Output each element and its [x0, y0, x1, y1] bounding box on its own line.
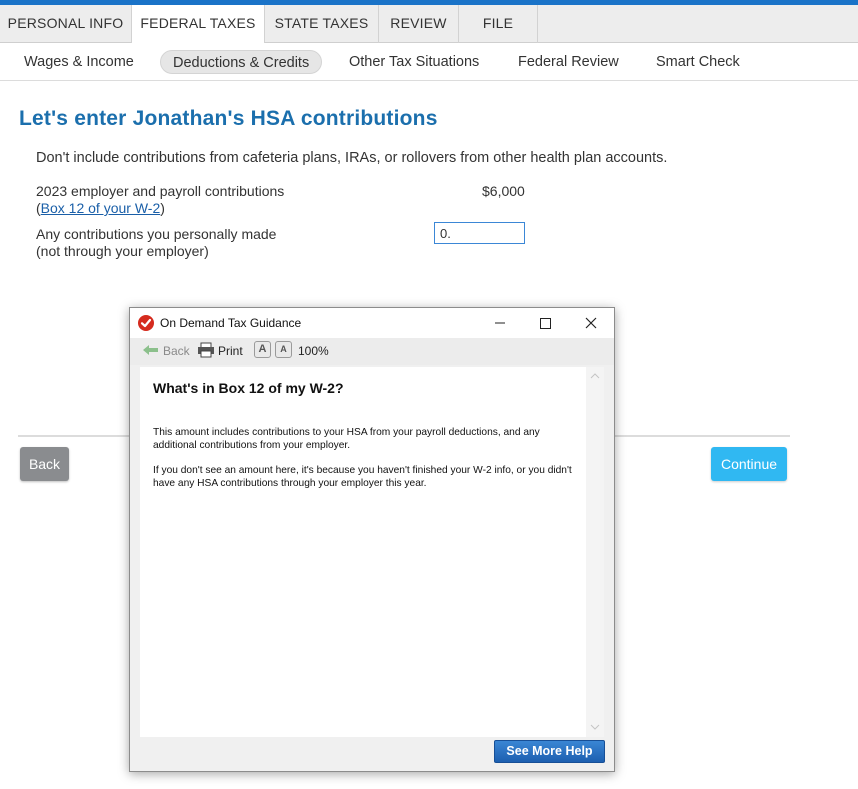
sub-tab-bar: Wages & Income Deductions & Credits Othe… — [0, 43, 858, 81]
personal-contributions-input[interactable] — [434, 222, 525, 244]
tab-review[interactable]: REVIEW — [379, 5, 459, 43]
main-tab-bar: PERSONAL INFO FEDERAL TAXES STATE TAXES … — [0, 5, 858, 44]
help-heading: What's in Box 12 of my W-2? — [153, 380, 344, 396]
personal-label-line2: (not through your employer) — [36, 243, 209, 259]
employer-contributions-label: 2023 employer and payroll contributions … — [36, 183, 284, 217]
dialog-title: On Demand Tax Guidance — [160, 316, 302, 330]
see-more-help-button[interactable]: See More Help — [494, 740, 605, 763]
help-paragraph-1: This amount includes contributions to yo… — [153, 427, 540, 451]
page-title: Let's enter Jonathan's HSA contributions — [19, 107, 438, 130]
printer-icon[interactable] — [197, 342, 215, 361]
minimize-icon[interactable] — [488, 312, 512, 334]
turbotax-checkmark-icon — [138, 315, 154, 331]
font-decrease-button[interactable]: A — [254, 341, 271, 358]
box12-w2-link[interactable]: Box 12 of your W-2 — [41, 200, 161, 216]
dialog-toolbar: Back Print A A 100% — [130, 338, 614, 365]
intro-text: Don't include contributions from cafeter… — [36, 150, 668, 166]
back-button[interactable]: Back — [20, 447, 69, 481]
font-increase-button[interactable]: A — [275, 341, 292, 358]
tab-file[interactable]: FILE — [459, 5, 538, 43]
subtab-smart-check[interactable]: Smart Check — [656, 50, 740, 74]
paren-close: ) — [160, 200, 165, 216]
toolbar-print-button[interactable]: Print — [218, 344, 243, 358]
personal-contributions-label: Any contributions you personally made (n… — [36, 226, 276, 260]
personal-label-line1: Any contributions you personally made — [36, 226, 277, 242]
subtab-wages-income[interactable]: Wages & Income — [24, 50, 134, 74]
dialog-scrollbar[interactable] — [586, 367, 604, 737]
employer-label-line1: 2023 employer and payroll contributions — [36, 183, 285, 199]
zoom-level: 100% — [298, 344, 329, 358]
tab-federal-taxes[interactable]: FEDERAL TAXES — [132, 5, 265, 44]
help-paragraph-2: If you don't see an amount here, it's be… — [153, 465, 572, 489]
subtab-federal-review[interactable]: Federal Review — [518, 50, 619, 74]
close-icon[interactable] — [579, 312, 603, 334]
toolbar-back-button[interactable]: Back — [163, 344, 190, 358]
maximize-icon[interactable] — [533, 312, 557, 334]
employer-amount: $6,000 — [482, 183, 525, 199]
tab-personal-info[interactable]: PERSONAL INFO — [0, 5, 132, 43]
tab-state-taxes[interactable]: STATE TAXES — [265, 5, 379, 43]
employer-label-line2: (Box 12 of your W-2) — [36, 200, 284, 217]
dialog-titlebar[interactable]: On Demand Tax Guidance — [130, 308, 614, 338]
back-arrow-icon[interactable] — [142, 343, 160, 360]
subtab-deductions-credits[interactable]: Deductions & Credits — [160, 50, 323, 74]
subtab-other-tax-situations[interactable]: Other Tax Situations — [349, 50, 479, 74]
dialog-content: What's in Box 12 of my W-2? This amount … — [140, 367, 604, 737]
continue-button[interactable]: Continue — [711, 447, 787, 481]
tax-guidance-dialog: On Demand Tax Guidance Back Print A A 10… — [129, 307, 615, 772]
